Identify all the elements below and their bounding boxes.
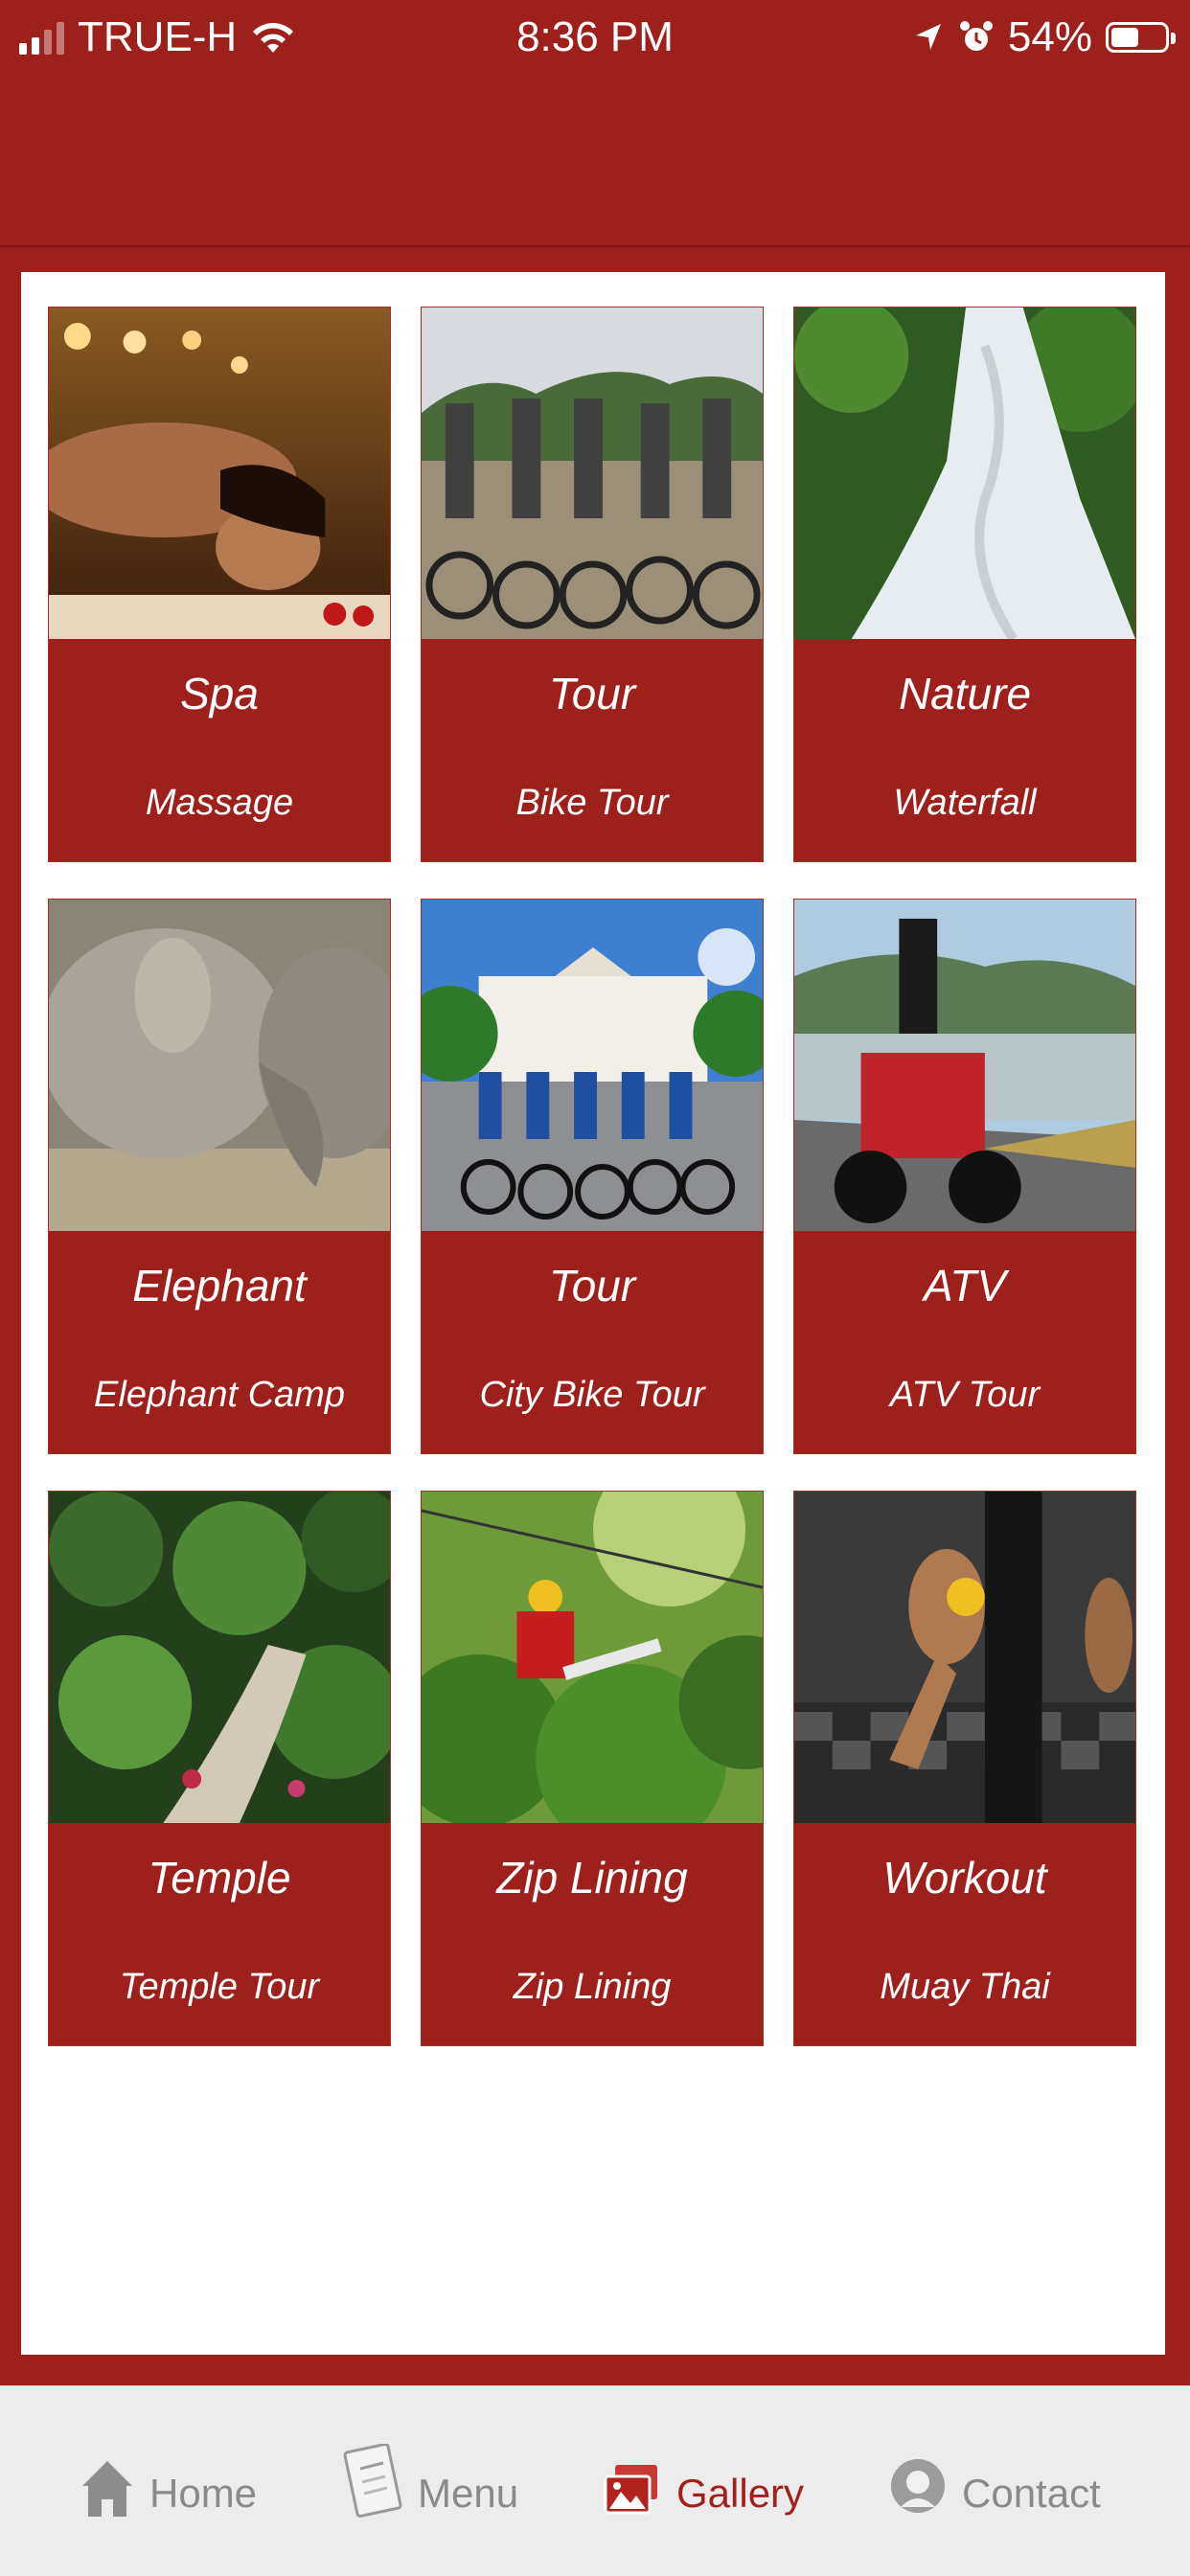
gallery-tile-spa[interactable]: Spa Massage: [48, 307, 391, 862]
gallery-tile-bike-tour[interactable]: Tour Bike Tour: [421, 307, 764, 862]
tile-title: Elephant: [132, 1261, 307, 1311]
tile-subtitle: Temple Tour: [119, 1967, 320, 2007]
zipline-photo: [422, 1492, 763, 1823]
tab-label: Gallery: [676, 2471, 805, 2516]
spa-massage-photo: [49, 308, 390, 639]
tile-title: Tour: [548, 669, 636, 718]
tab-label: Menu: [418, 2471, 519, 2516]
battery-percent: 54%: [1007, 13, 1092, 60]
tile-title: ATV: [923, 1261, 1007, 1311]
temple-garden-photo: [49, 1492, 390, 1823]
tile-title: Nature: [898, 669, 1032, 718]
gallery-tile-elephant[interactable]: Elephant Elephant Camp: [48, 899, 391, 1454]
tile-title: Zip Lining: [496, 1853, 688, 1903]
tab-menu[interactable]: Menu: [343, 2425, 518, 2520]
gallery-tile-workout[interactable]: Workout Muay Thai: [793, 1491, 1136, 2046]
tile-title: Workout: [882, 1853, 1047, 1903]
tile-subtitle: Elephant Camp: [94, 1375, 345, 1415]
gallery-tile-city-bike-tour[interactable]: Tour City Bike Tour: [421, 899, 764, 1454]
muay-thai-photo: [794, 1492, 1135, 1823]
home-icon: [82, 2461, 132, 2517]
tile-subtitle: Zip Lining: [513, 1967, 672, 2007]
tile-subtitle: Bike Tour: [515, 783, 669, 823]
waterfall-photo: [794, 308, 1135, 639]
gallery-tile-nature[interactable]: Nature Waterfall: [793, 307, 1136, 862]
city-bike-tour-photo: [422, 900, 763, 1231]
gallery-tile-zip-lining[interactable]: Zip Lining Zip Lining: [421, 1491, 764, 2046]
status-bar: TRUE-H 8:36 PM 54%: [0, 0, 1190, 80]
tile-subtitle: ATV Tour: [889, 1375, 1041, 1415]
tab-bar: Home Menu Gallery Contact: [0, 2385, 1190, 2576]
tab-contact[interactable]: Contact: [889, 2425, 1101, 2520]
atv-photo: [794, 900, 1135, 1231]
location-arrow-icon: [915, 24, 941, 50]
alarm-icon: [959, 21, 993, 51]
tile-title: Temple: [148, 1853, 291, 1903]
tab-home[interactable]: Home: [80, 2425, 257, 2520]
header-divider: [0, 245, 1190, 247]
battery-icon: [1106, 22, 1176, 53]
tile-title: Spa: [180, 669, 259, 718]
tile-title: Tour: [548, 1261, 636, 1311]
tile-subtitle: City Bike Tour: [479, 1375, 705, 1415]
tab-gallery[interactable]: Gallery: [604, 2425, 804, 2520]
gallery-icon: [604, 2465, 657, 2515]
tile-subtitle: Waterfall: [893, 783, 1037, 823]
contact-icon: [891, 2459, 945, 2513]
tab-label: Home: [149, 2471, 258, 2516]
gallery-card: Spa Massage Tour Bike Tour Nature Waterf…: [21, 272, 1165, 2355]
gallery-tile-temple[interactable]: Temple Temple Tour: [48, 1491, 391, 2046]
tab-label: Contact: [962, 2471, 1101, 2516]
status-right: 54%: [912, 13, 1176, 61]
elephants-photo: [49, 900, 390, 1231]
gallery-tile-atv[interactable]: ATV ATV Tour: [793, 899, 1136, 1454]
bike-tour-group-photo: [422, 308, 763, 639]
tile-subtitle: Muay Thai: [880, 1967, 1050, 2007]
tile-subtitle: Massage: [145, 783, 294, 823]
menu-icon: [343, 2444, 402, 2518]
